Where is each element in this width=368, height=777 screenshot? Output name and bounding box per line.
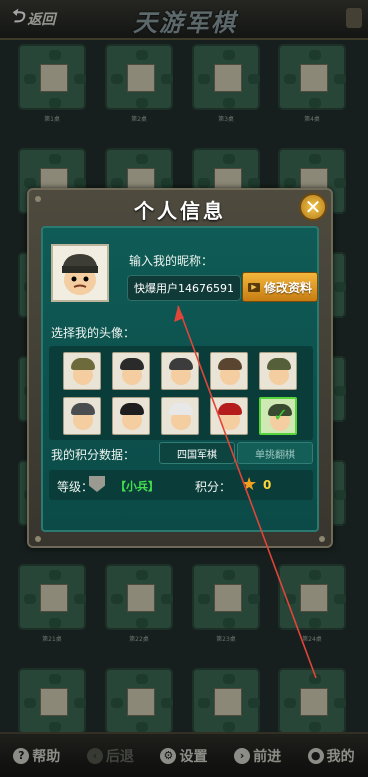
tab-siguo[interactable]: 四国军棋 <box>159 442 235 464</box>
avatar-hat <box>169 358 193 370</box>
avatar-option-camo-soldier[interactable] <box>259 352 297 390</box>
star-icon: ★ <box>241 474 258 495</box>
rivet-decoration <box>35 536 41 542</box>
rank-label: 等级： <box>57 480 94 494</box>
rank-value: 【小兵】 <box>115 480 159 493</box>
points-value: 0 <box>263 478 272 492</box>
avatar-section-label: 选择我的头像： <box>51 326 136 340</box>
avatar-option-beret-soldier[interactable] <box>161 352 199 390</box>
modify-profile-button[interactable]: ▶ 修改资料 <box>242 272 318 302</box>
tab-dantiao[interactable]: 单挑翻棋 <box>237 442 313 464</box>
avatar-hat <box>267 358 291 370</box>
nickname-input[interactable]: 快爆用户14676591 <box>127 275 241 301</box>
avatar-picker: ✓ <box>49 346 313 440</box>
avatar-option-goggles-soldier[interactable] <box>63 397 101 435</box>
avatar-option-medic[interactable] <box>161 397 199 435</box>
profile-dialog: 个人信息 ✕ 输入我的昵称： 快爆用户14676591 ▶ 修改资料 选择我的头… <box>27 188 333 548</box>
avatar-option-bald-officer[interactable] <box>112 352 150 390</box>
score-section-label: 我的积分数据： <box>51 448 136 462</box>
avatar-option-selected-soldier[interactable]: ✓ <box>259 397 297 435</box>
avatar-option-police-officer[interactable] <box>112 397 150 435</box>
check-icon: ✓ <box>273 405 289 426</box>
avatar-hat <box>169 403 193 415</box>
avatar-option-soldier-helmet[interactable] <box>63 352 101 390</box>
points-label: 积分： <box>195 480 232 494</box>
avatar-hat <box>120 403 144 415</box>
stats-row: 等级： 【小兵】 积分： ★ 0 <box>49 470 313 500</box>
close-icon: ✕ <box>304 195 322 219</box>
avatar-hat <box>218 358 242 370</box>
profile-panel: 输入我的昵称： 快爆用户14676591 ▶ 修改资料 选择我的头像： ✓ 我的… <box>41 226 319 532</box>
avatar-hat <box>71 358 95 370</box>
avatar-option-red-beret[interactable] <box>210 397 248 435</box>
score-tabs: 四国军棋 单挑翻棋 <box>159 442 313 464</box>
modify-profile-label: 修改资料 <box>263 280 312 295</box>
avatar-hat <box>218 403 242 415</box>
avatar-hat <box>120 358 144 370</box>
close-button[interactable]: ✕ <box>299 193 327 221</box>
play-icon: ▶ <box>247 282 260 292</box>
nickname-label: 输入我的昵称： <box>129 254 214 268</box>
avatar-hat <box>71 403 95 415</box>
avatar-image <box>53 246 107 300</box>
current-avatar <box>51 244 109 302</box>
dialog-title: 个人信息 <box>134 198 226 223</box>
rivet-decoration <box>319 536 325 542</box>
avatar-option-cap-officer[interactable] <box>210 352 248 390</box>
